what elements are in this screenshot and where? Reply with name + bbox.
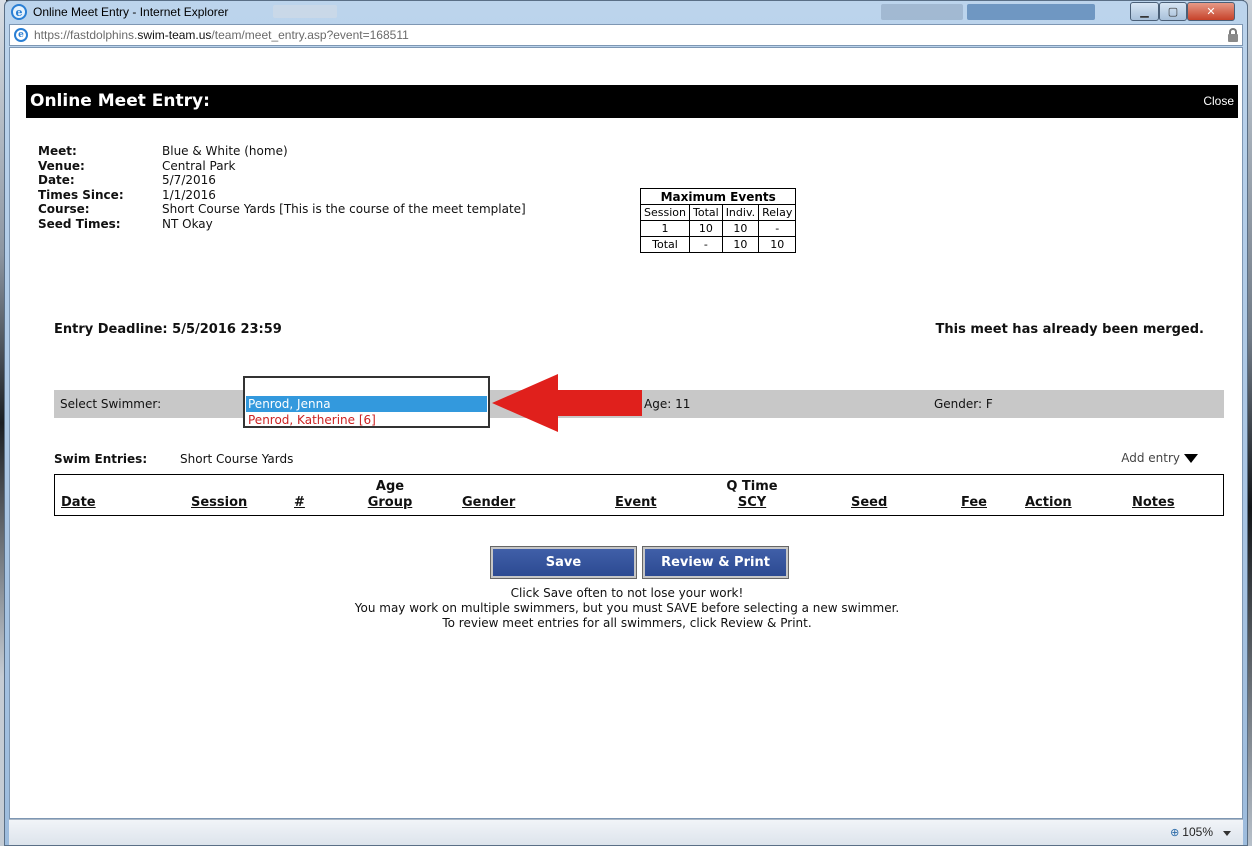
meet-info-row: Seed Times: NT Okay (38, 216, 213, 231)
column-age-group[interactable]: Age Group (363, 479, 417, 511)
meet-info-row: Venue: Central Park (38, 158, 236, 173)
maximize-button[interactable]: ▢ (1159, 2, 1187, 21)
max-events-cell: 10 (688, 220, 723, 237)
close-link[interactable]: Close (1203, 94, 1234, 108)
column-date[interactable]: Date (61, 495, 96, 511)
max-events-header: Indiv. (721, 204, 760, 221)
meet-info-row: Times Since: 1/1/2016 (38, 187, 216, 202)
lock-icon[interactable] (1228, 28, 1238, 42)
entry-deadline: Entry Deadline: 5/5/2016 23:59 (54, 322, 282, 337)
red-arrow-annotation (492, 374, 642, 432)
meet-info: Meet: Blue & White (home) Venue: Central P… (38, 144, 526, 231)
max-events-caption: Maximum Events (639, 188, 797, 205)
max-events-cell: 10 (721, 236, 760, 253)
max-events-header: Relay (758, 204, 797, 221)
window-title: Online Meet Entry - Internet Explorer (33, 5, 229, 19)
magnifier-icon: ⊕ (1170, 827, 1180, 839)
taskbar-preview (881, 4, 963, 20)
max-events-cell: 10 (721, 220, 760, 237)
column-seed[interactable]: Seed (851, 495, 887, 511)
column-q-time[interactable]: Q Time SCY (713, 479, 791, 511)
max-events-table: Maximum Events Session Total Indiv. Rela… (639, 188, 797, 253)
max-events-header: Total (688, 204, 723, 221)
column-fee[interactable]: Fee (961, 495, 987, 511)
browser-window: e Online Meet Entry - Internet Explorer … (4, 0, 1248, 846)
max-events-cell: 10 (758, 236, 797, 253)
max-events-cell: Total (640, 236, 690, 253)
swim-entries-label: Swim Entries: (54, 452, 148, 466)
chevron-down-icon[interactable] (1223, 831, 1231, 836)
merged-notice: This meet has already been merged. (935, 322, 1204, 337)
add-entry-button[interactable]: Add entry (1121, 451, 1198, 465)
page-header: Online Meet Entry: Close (26, 85, 1238, 118)
column-notes[interactable]: Notes (1132, 495, 1175, 511)
add-entry-label: Add entry (1121, 451, 1180, 465)
review-print-button[interactable]: Review & Print (642, 546, 789, 579)
help-text: To review meet entries for all swimmers,… (442, 616, 812, 630)
swimmer-option[interactable]: Penrod, Katherine [6] (246, 412, 487, 428)
save-button[interactable]: Save (490, 546, 637, 579)
select-swimmer-label: Select Swimmer: (60, 397, 162, 411)
meet-info-row: Course: Short Course Yards [This is the c… (38, 202, 526, 216)
swimmer-option[interactable]: Penrod, Jenna (246, 396, 487, 412)
page-content: Online Meet Entry: Close Meet: Blue & Whi… (9, 47, 1243, 819)
column-event[interactable]: Event (615, 495, 657, 511)
column-number[interactable]: # (294, 495, 305, 511)
minimize-button[interactable]: ▁ (1130, 2, 1159, 21)
meet-info-row: Meet: Blue & White (home) (38, 144, 288, 158)
status-bar: ⊕ 105% (9, 819, 1243, 845)
column-gender[interactable]: Gender (462, 495, 515, 511)
triangle-down-icon (1184, 454, 1198, 463)
address-bar[interactable]: e https://fastdolphins.swim-team.us/team… (9, 24, 1243, 46)
swimmer-gender: Gender: F (934, 397, 993, 411)
swim-entries-course: Short Course Yards (180, 452, 294, 466)
title-bar: e Online Meet Entry - Internet Explorer … (5, 1, 1247, 23)
help-text: You may work on multiple swimmers, but y… (354, 601, 900, 615)
max-events-header: Session (640, 204, 690, 221)
swimmer-select[interactable]: Penrod, Jenna Penrod, Katherine [6] (243, 376, 490, 428)
max-events-cell: - (688, 236, 723, 253)
page-title: Online Meet Entry: (30, 91, 210, 111)
address-url[interactable]: https://fastdolphins.swim-team.us/team/m… (34, 28, 409, 42)
zoom-level[interactable]: ⊕ 105% (1170, 825, 1213, 839)
swimmer-age: Age: 11 (644, 397, 691, 411)
ie-logo-icon: e (11, 4, 27, 20)
column-action[interactable]: Action (1025, 495, 1072, 511)
column-session[interactable]: Session (191, 495, 247, 511)
max-events-cell: 1 (640, 220, 690, 237)
ie-page-icon: e (14, 28, 28, 42)
entries-table: Date Session # Age Group Gender Event Q T… (54, 474, 1224, 516)
help-text: Click Save often to not lose your work! (510, 586, 744, 600)
max-events-cell: - (758, 220, 797, 237)
taskbar-preview (967, 4, 1095, 20)
meet-info-row: Date: 5/7/2016 (38, 173, 216, 187)
taskbar-preview (273, 5, 337, 18)
close-window-button[interactable]: ✕ (1187, 2, 1235, 21)
